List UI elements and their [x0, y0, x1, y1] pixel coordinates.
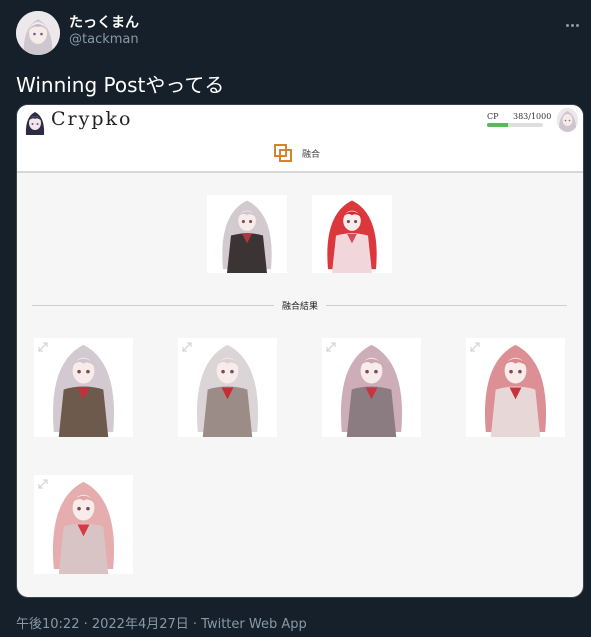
app-header: Crypko CP 383/1000 融合 [17, 105, 583, 173]
result-card[interactable] [322, 338, 421, 437]
expand-icon[interactable] [470, 342, 480, 352]
user-handle[interactable]: @tackman [69, 32, 139, 47]
profile-avatar[interactable] [16, 11, 60, 55]
expand-icon[interactable] [38, 479, 48, 489]
expand-icon[interactable] [38, 342, 48, 352]
more-options-icon[interactable] [566, 12, 584, 27]
tweet-timestamp[interactable]: 午後10:22 · 2022年4月27日 · Twitter Web App [16, 613, 307, 632]
cp-progress-bar [487, 123, 543, 127]
app-name[interactable]: Crypko [51, 108, 132, 130]
cp-label: CP [487, 112, 499, 121]
cp-value: 383/1000 [513, 112, 552, 121]
parent-card[interactable] [207, 195, 287, 273]
user-avatar[interactable] [557, 108, 578, 132]
parent-card[interactable] [312, 195, 392, 273]
result-card[interactable] [34, 475, 133, 574]
result-card[interactable] [34, 338, 133, 437]
display-name[interactable]: たっくまん [69, 12, 139, 32]
tweet-text: Winning Postやってる [16, 73, 225, 97]
expand-icon[interactable] [182, 342, 192, 352]
fusion-result-title: 融合結果 [17, 299, 583, 312]
crypko-logo-icon [23, 109, 47, 135]
result-card[interactable] [466, 338, 565, 437]
cp-progress-fill [487, 123, 509, 127]
tweet-image[interactable]: Crypko CP 383/1000 融合 融合結果 [16, 104, 584, 598]
result-card[interactable] [178, 338, 277, 437]
tab-fusion-label: 融合 [302, 149, 321, 160]
expand-icon[interactable] [326, 342, 336, 352]
fusion-icon [274, 144, 292, 162]
tab-fusion[interactable]: 融合 [274, 143, 320, 163]
